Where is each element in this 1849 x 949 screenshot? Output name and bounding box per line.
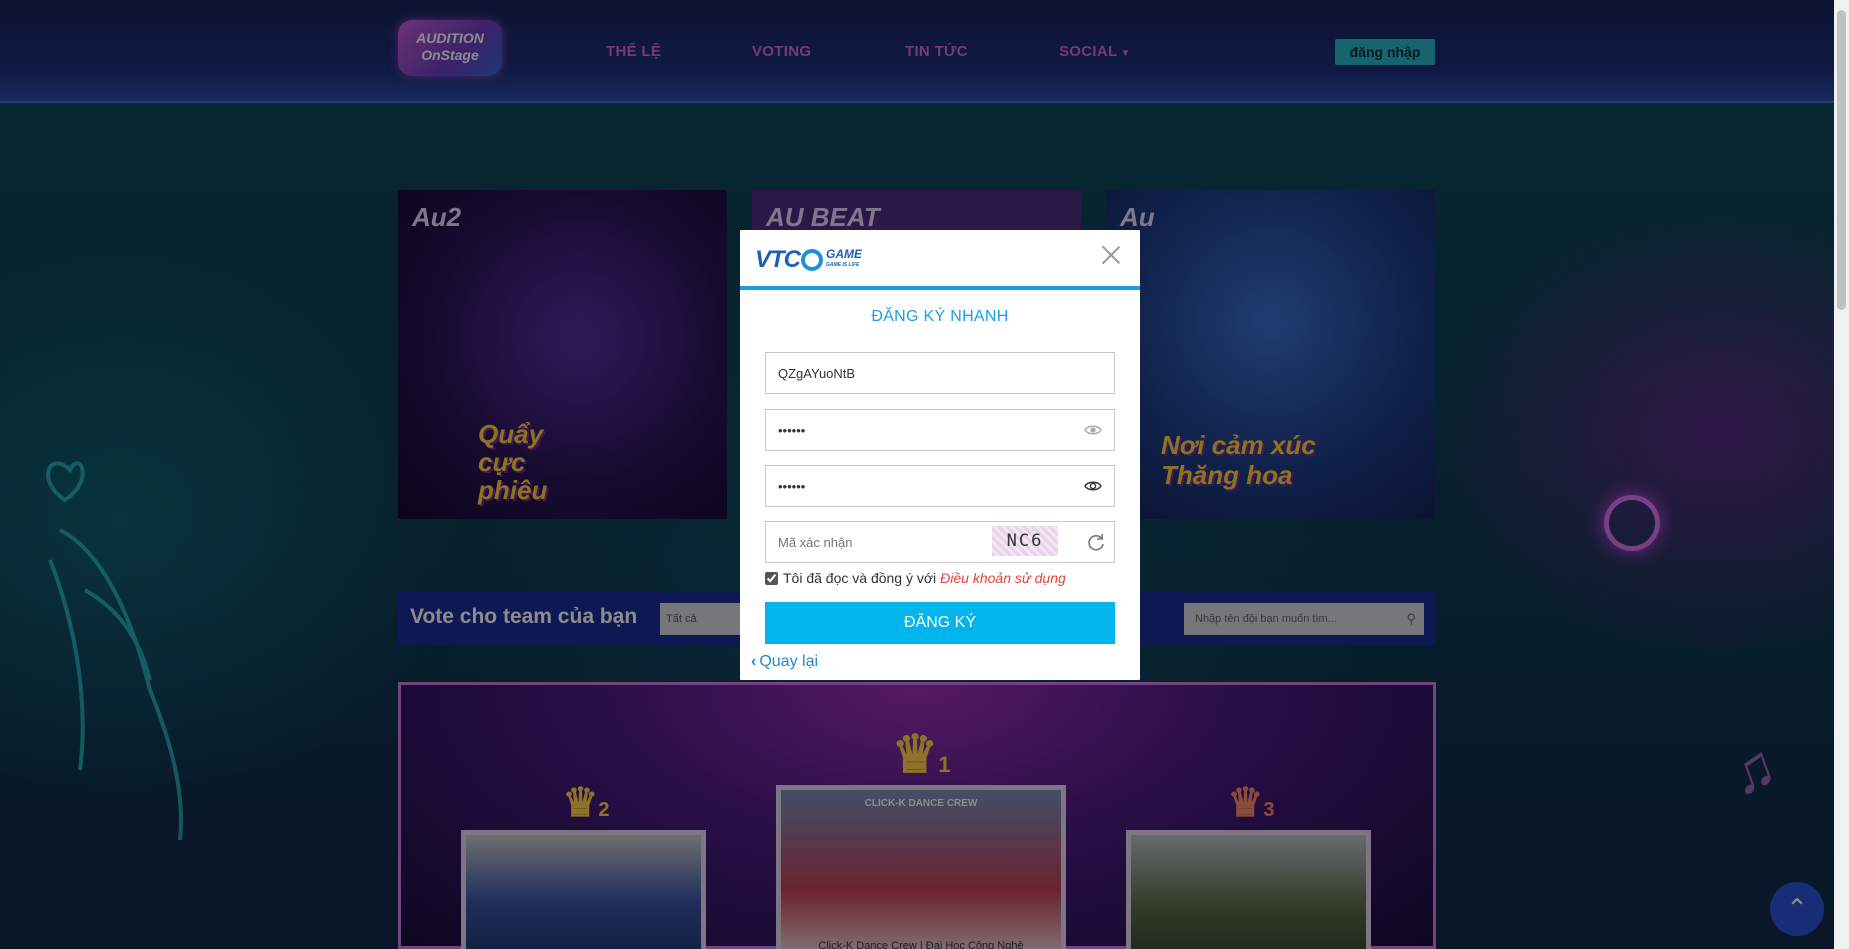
captcha-input[interactable] [766,522,986,562]
eye-icon[interactable] [1084,423,1102,437]
refresh-icon[interactable] [1086,532,1106,552]
vtc-logo-text: VTC [755,246,801,273]
modal-title: ĐĂNG KÝ NHANH [871,308,1009,325]
vtc-game-logo: VTC GAME GAME IS LIFE [755,246,862,274]
scrollbar-thumb[interactable] [1837,10,1846,310]
username-input[interactable] [766,353,1114,393]
agree-text: Tôi đã đọc và đồng ý với [783,570,937,586]
password-input[interactable] [766,410,1114,450]
terms-link[interactable]: Điều khoản sử dụng [940,570,1066,586]
vtc-logo-game: GAME GAME IS LIFE [826,247,862,270]
back-link-label: Quay lại [759,653,819,670]
agree-checkbox[interactable] [765,571,778,585]
username-field[interactable] [765,352,1115,394]
close-icon[interactable] [1100,244,1122,266]
modal-header: VTC GAME GAME IS LIFE [740,230,1140,290]
page-scrollbar[interactable] [1834,0,1849,949]
eye-icon[interactable] [1084,479,1102,493]
confirm-password-input[interactable] [766,466,1114,506]
confirm-password-field[interactable] [765,465,1115,507]
chevron-left-icon: ‹ [751,653,757,670]
register-submit-button[interactable]: ĐĂNG KÝ [765,602,1115,644]
terms-agreement[interactable]: Tôi đã đọc và đồng ý với Điều khoản sử d… [765,570,1066,586]
password-field[interactable] [765,409,1115,451]
vtc-logo-ring [801,249,823,271]
quick-register-modal: VTC GAME GAME IS LIFE ĐĂNG KÝ NHANH NC6 [740,230,1140,680]
vtc-logo-game-text: GAME [826,247,862,261]
back-link[interactable]: ‹ Quay lại [751,653,818,671]
captcha-image: NC6 [992,526,1058,556]
captcha-field[interactable]: NC6 [765,521,1115,563]
vtc-logo-tagline: GAME IS LIFE [826,262,860,268]
